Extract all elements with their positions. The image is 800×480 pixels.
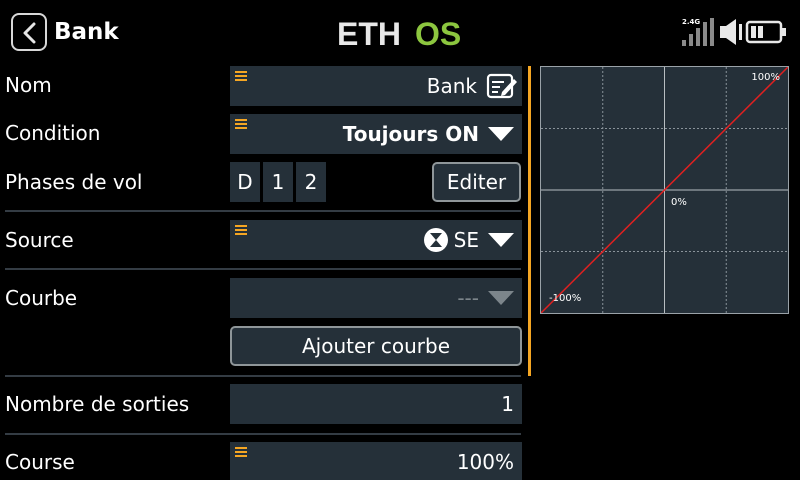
battery-icon [745,20,786,44]
name-value: Bank [426,74,477,98]
drag-handle-icon [235,447,247,457]
divider [5,375,521,377]
outputs-value: 1 [501,392,514,416]
flight-mode-chip[interactable]: 1 [263,162,293,202]
name-label: Nom [5,73,52,97]
chevron-down-icon [488,127,514,141]
page-title: Bank [54,19,119,45]
chevron-left-icon [23,22,36,44]
ethos-logo: ETH OS [337,17,461,49]
course-label: Course [5,450,75,474]
switch-icon [424,228,448,252]
add-curve-button[interactable]: Ajouter courbe [230,326,522,366]
edit-flight-modes-button[interactable]: Editer [432,162,521,202]
course-value: 100% [456,450,514,474]
drag-handle-icon [235,71,247,81]
edit-icon [486,73,517,99]
curve-value: --- [457,286,479,310]
flight-mode-chip[interactable]: D [230,162,260,202]
flight-mode-chip[interactable]: 2 [296,162,326,202]
divider [5,210,521,212]
drag-handle-icon [235,225,247,235]
graph-label-center: 0% [671,197,687,208]
condition-label: Condition [5,121,101,145]
curve-preview-graph: 100% 0% -100% [540,66,789,314]
scroll-indicator [528,66,531,376]
curve-dropdown[interactable]: --- [230,278,522,318]
source-dropdown[interactable]: SE [230,220,522,260]
divider [5,268,521,270]
flight-modes-label: Phases de vol [5,170,143,194]
speaker-icon [720,19,742,45]
condition-dropdown[interactable]: Toujours ON [230,114,522,154]
svg-text:OS: OS [415,17,461,49]
top-bar: Bank ETH OS 2.4G [0,0,800,60]
condition-value: Toujours ON [342,122,479,146]
svg-text:ETH: ETH [337,17,401,49]
graph-label-max: 100% [751,72,780,83]
chevron-down-icon [488,291,514,305]
curve-preview-svg [541,67,788,313]
chevron-down-icon [488,233,514,247]
graph-label-min: -100% [549,293,582,304]
drag-handle-icon [235,119,247,129]
divider [5,433,521,435]
signal-label: 2.4G [682,18,700,26]
curve-label: Courbe [5,286,78,310]
source-value: SE [453,228,479,252]
status-icons: 2.4G [682,18,786,46]
name-field[interactable]: Bank [230,66,522,106]
course-field[interactable]: 100% [230,442,522,480]
back-button[interactable] [11,13,47,51]
outputs-field[interactable]: 1 [230,384,522,424]
source-label: Source [5,228,74,252]
outputs-label: Nombre de sorties [5,392,190,416]
